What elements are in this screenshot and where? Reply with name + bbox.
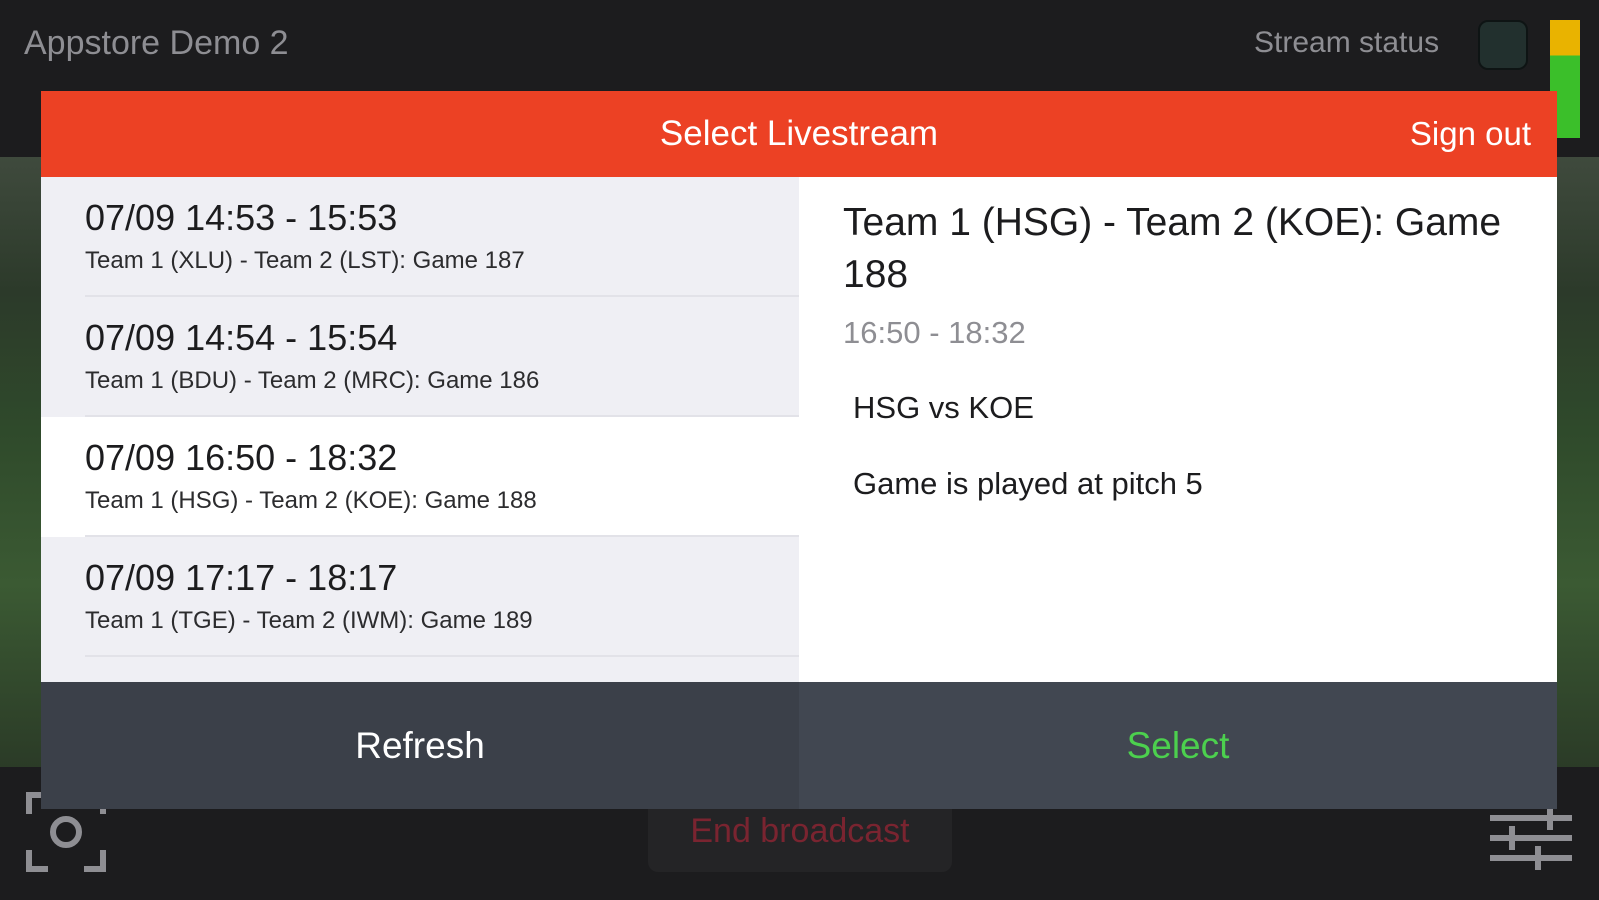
dialog-footer: Refresh Select bbox=[41, 682, 1557, 809]
item-time: 07/09 14:53 - 15:53 bbox=[85, 197, 398, 238]
item-title: Team 1 (HSG) - Team 2 (KOE): Game 188 bbox=[85, 487, 537, 514]
dialog-header: Select Livestream Sign out bbox=[41, 91, 1557, 177]
stream-status-label: Stream status bbox=[1254, 26, 1440, 59]
app-title: Appstore Demo 2 bbox=[24, 24, 289, 62]
sign-out-button[interactable]: Sign out bbox=[1410, 91, 1531, 177]
detail-location: Game is played at pitch 5 bbox=[853, 466, 1203, 501]
item-time: 07/09 17:17 - 18:17 bbox=[85, 557, 398, 598]
livestream-detail: Team 1 (HSG) - Team 2 (KOE): Game 188 16… bbox=[799, 177, 1557, 682]
detail-title: Team 1 (HSG) - Team 2 (KOE): Game 188 bbox=[843, 201, 1502, 296]
detail-time: 16:50 - 18:32 bbox=[843, 315, 1026, 350]
livestream-list[interactable]: 07/09 14:53 - 15:53 Team 1 (XLU) - Team … bbox=[41, 177, 799, 682]
item-title: Team 1 (BDU) - Team 2 (MRC): Game 186 bbox=[85, 367, 540, 394]
list-item[interactable]: 07/09 14:53 - 15:53 Team 1 (XLU) - Team … bbox=[41, 177, 799, 297]
item-time: 07/09 14:54 - 15:54 bbox=[85, 317, 398, 358]
dialog-title: Select Livestream bbox=[659, 114, 939, 153]
select-button[interactable]: Select bbox=[799, 682, 1557, 809]
list-item[interactable]: 07/09 17:17 - 18:17 Team 1 (TGE) - Team … bbox=[41, 537, 799, 657]
list-item[interactable]: 07/09 14:54 - 15:54 Team 1 (BDU) - Team … bbox=[41, 297, 799, 417]
list-item-selected[interactable]: 07/09 16:50 - 18:32 Team 1 (HSG) - Team … bbox=[41, 417, 799, 537]
stream-status-indicator bbox=[1478, 20, 1528, 70]
item-title: Team 1 (XLU) - Team 2 (LST): Game 187 bbox=[85, 247, 525, 274]
item-title: Team 1 (TGE) - Team 2 (IWM): Game 189 bbox=[85, 607, 533, 634]
item-time: 07/09 16:50 - 18:32 bbox=[85, 437, 398, 478]
select-livestream-dialog: Select Livestream Sign out 07/09 14:53 -… bbox=[41, 91, 1557, 809]
sliders-icon[interactable] bbox=[1490, 800, 1572, 870]
detail-description: HSG vs KOE bbox=[853, 390, 1034, 425]
refresh-button[interactable]: Refresh bbox=[41, 682, 799, 809]
